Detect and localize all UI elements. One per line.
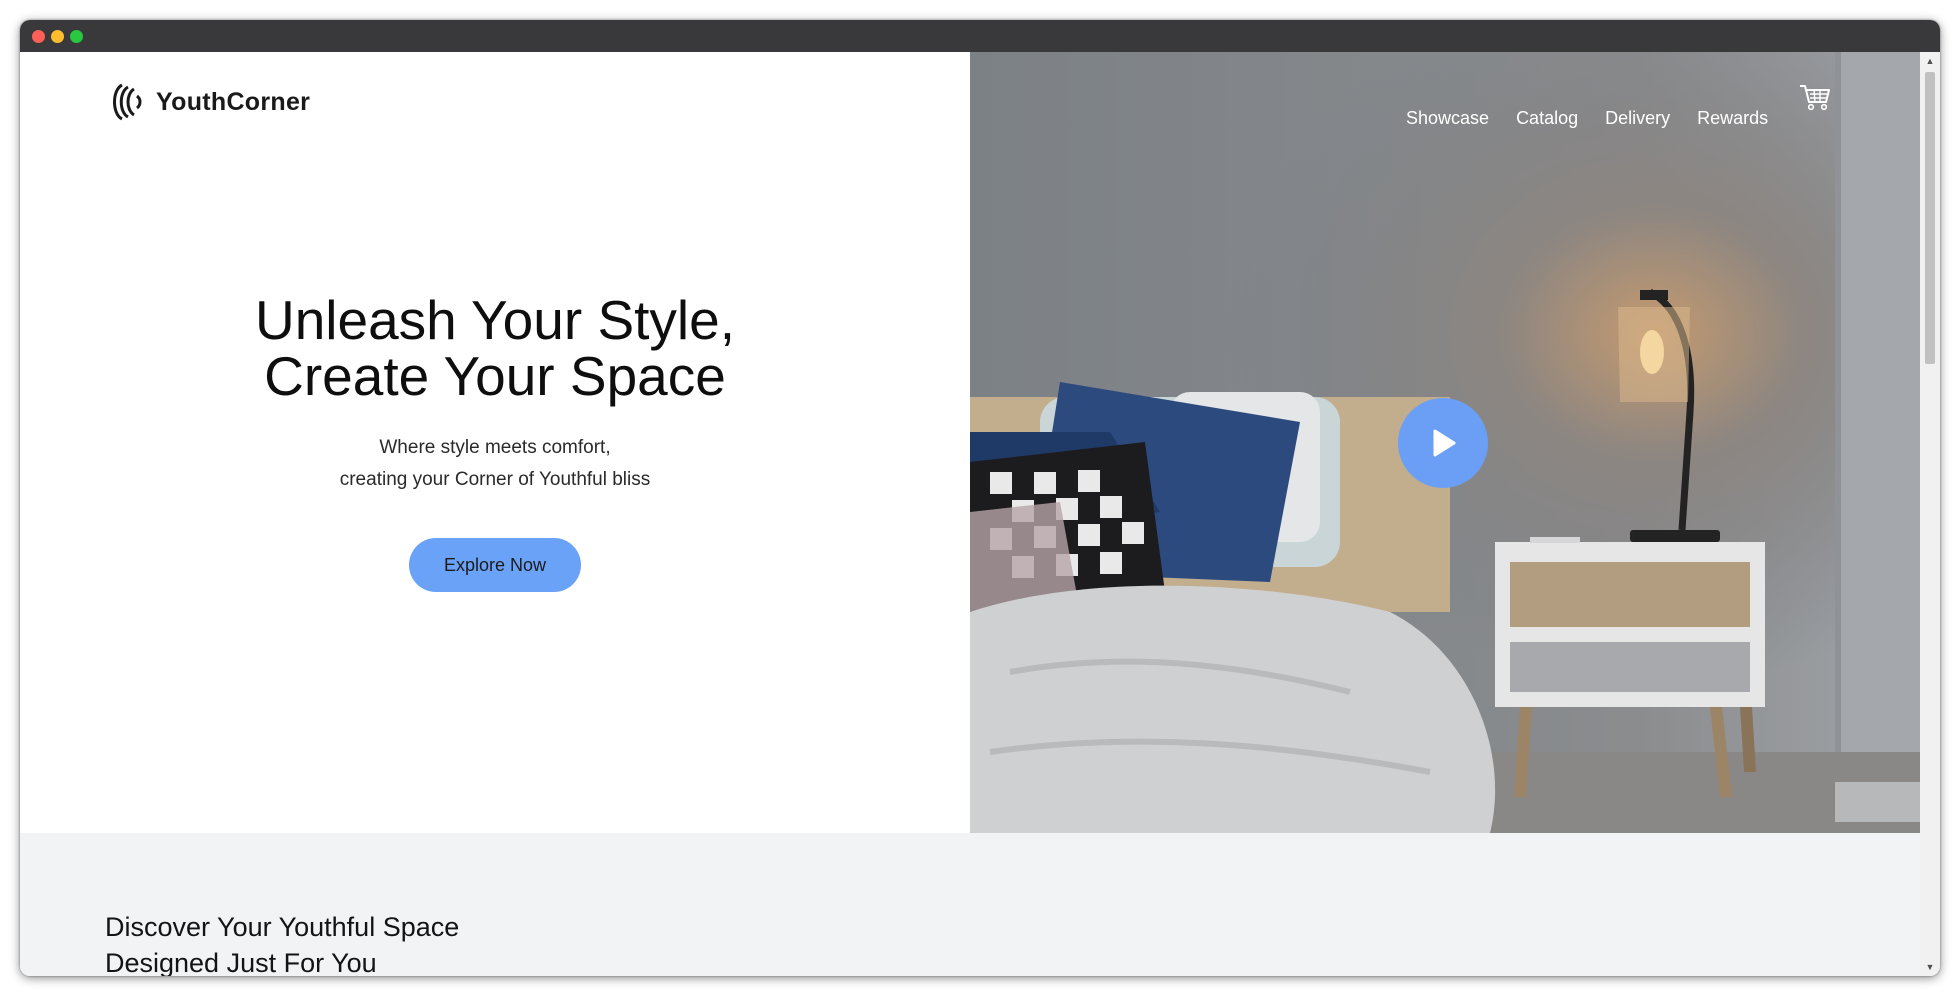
- nav-link-rewards[interactable]: Rewards: [1697, 108, 1768, 129]
- page-viewport: YouthCorner Unleash Your Style, Create Y…: [20, 52, 1920, 976]
- explore-now-button[interactable]: Explore Now: [409, 538, 581, 592]
- hero-subtitle-line-1: Where style meets comfort,: [379, 437, 611, 458]
- nav-link-showcase[interactable]: Showcase: [1406, 108, 1489, 129]
- vertical-scrollbar[interactable]: ▲ ▼: [1920, 52, 1940, 976]
- browser-window: YouthCorner Unleash Your Style, Create Y…: [20, 20, 1940, 976]
- hero-subtitle: Where style meets comfort, creating your…: [20, 432, 970, 496]
- nav-link-delivery[interactable]: Delivery: [1605, 108, 1670, 129]
- brand-name: YouthCorner: [156, 87, 311, 116]
- main-nav: Showcase Catalog Delivery Rewards: [1406, 106, 1768, 130]
- scroll-thumb[interactable]: [1925, 72, 1935, 364]
- hero-text-panel: YouthCorner Unleash Your Style, Create Y…: [20, 52, 970, 833]
- nav-link-catalog[interactable]: Catalog: [1516, 108, 1578, 129]
- play-video-button[interactable]: [1398, 398, 1488, 488]
- cart-icon[interactable]: [1798, 82, 1832, 112]
- hero-title-line-2: Create Your Space: [264, 345, 726, 407]
- hero-title-line-1: Unleash Your Style,: [254, 289, 736, 351]
- discover-section: Discover Your Youthful Space Designed Ju…: [20, 833, 1920, 976]
- scroll-up-arrow-icon[interactable]: ▲: [1920, 52, 1940, 70]
- brand-logo[interactable]: YouthCorner: [110, 80, 310, 124]
- discover-title-line-2: Designed Just For You: [105, 948, 377, 976]
- discover-title: Discover Your Youthful Space Designed Ju…: [105, 909, 459, 976]
- maximize-window-button[interactable]: [70, 30, 83, 43]
- hero-subtitle-line-2: creating your Corner of Youthful bliss: [339, 469, 651, 490]
- logo-mark-icon: [113, 83, 142, 121]
- scroll-down-arrow-icon[interactable]: ▼: [1920, 958, 1940, 976]
- close-window-button[interactable]: [32, 30, 45, 43]
- discover-title-line-1: Discover Your Youthful Space: [105, 912, 460, 942]
- title-bar: [20, 20, 1940, 52]
- minimize-window-button[interactable]: [51, 30, 64, 43]
- hero-title: Unleash Your Style, Create Your Space: [20, 292, 970, 404]
- play-icon: [1433, 429, 1456, 457]
